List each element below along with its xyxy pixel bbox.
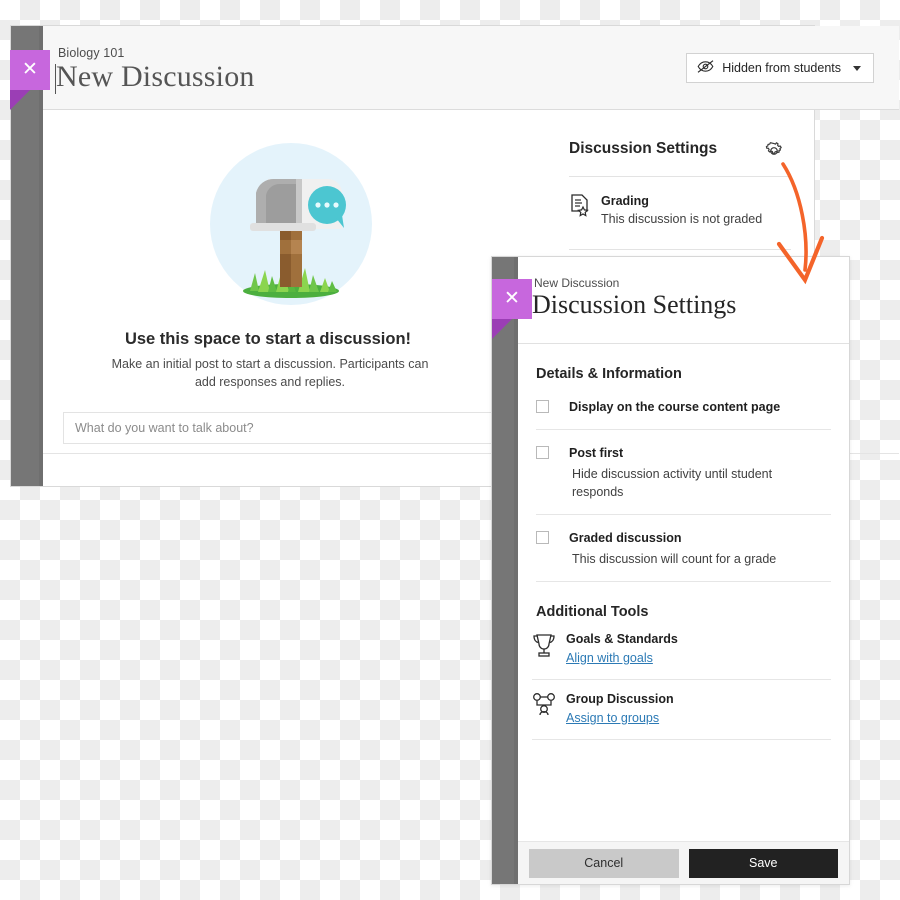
option-label: Graded discussion: [569, 531, 682, 545]
tab-tail: [10, 90, 30, 110]
checkbox-display-on-course-content-page[interactable]: [536, 400, 549, 413]
modal-title: Discussion Settings: [532, 290, 737, 319]
visibility-label: Hidden from students: [722, 61, 841, 75]
mailbox-illustration: [210, 143, 372, 305]
section-heading-additional-tools: Additional Tools: [536, 604, 649, 620]
discussion-input[interactable]: [63, 412, 501, 444]
breadcrumb: Biology 101: [58, 46, 125, 60]
tool-link-align-with-goals[interactable]: Align with goals: [566, 651, 653, 665]
option-description: This discussion will count for a grade: [572, 552, 777, 566]
option-label: Display on the course content page: [569, 400, 781, 414]
settings-panel-title: Discussion Settings: [569, 140, 718, 157]
page-title: New Discussion: [56, 60, 255, 93]
chevron-down-icon: [853, 65, 861, 71]
option-description: Hide discussion activity until student r…: [572, 467, 773, 499]
tool-group-discussion: Group Discussion Assign to groups: [532, 680, 831, 740]
option-display-on-course-content-page[interactable]: Display on the course content page: [536, 382, 831, 430]
discussion-settings-panel: Discussion Settings Grading This discuss…: [545, 112, 814, 262]
save-button[interactable]: Save: [688, 848, 838, 878]
screenshot-stage: Biology 101 New Discussion Hidden from s…: [0, 0, 900, 900]
empty-state-description: Make an initial post to start a discussi…: [111, 357, 429, 389]
modal-footer: Cancel Save: [518, 841, 849, 884]
settings-row-sub: This discussion is not graded: [601, 212, 763, 226]
settings-row-grading[interactable]: Grading This discussion is not graded: [569, 192, 799, 228]
close-x-icon: ✕: [504, 288, 520, 309]
empty-state-heading: Use this space to start a discussion!: [124, 330, 412, 348]
settings-row-label: Grading: [601, 194, 649, 208]
new-discussion-header: Biology 101 New Discussion Hidden from s…: [43, 26, 899, 110]
gear-icon[interactable]: [762, 139, 786, 163]
option-graded-discussion[interactable]: Graded discussion This discussion will c…: [536, 515, 831, 582]
grading-document-star-icon: [569, 193, 591, 219]
option-post-first[interactable]: Post first Hide discussion activity unti…: [536, 430, 831, 515]
checkbox-graded-discussion[interactable]: [536, 531, 549, 544]
tool-label: Goals & Standards: [566, 632, 678, 646]
settings-panel-divider-2: [569, 249, 791, 250]
close-x-icon: ✕: [22, 59, 38, 80]
modal-header: New Discussion Discussion Settings: [518, 257, 849, 344]
visibility-dropdown[interactable]: Hidden from students: [686, 53, 874, 83]
option-label: Post first: [569, 446, 624, 460]
eye-slash-icon: [697, 60, 714, 76]
modal-nav-rail[interactable]: [492, 257, 514, 884]
section-heading-details: Details & Information: [536, 366, 682, 382]
group-people-icon: [532, 692, 556, 720]
close-new-discussion-button[interactable]: ✕: [10, 50, 50, 110]
tool-link-assign-to-groups[interactable]: Assign to groups: [566, 711, 659, 725]
tab-tail: [492, 319, 512, 339]
cancel-button[interactable]: Cancel: [529, 848, 679, 878]
settings-panel-divider: [569, 176, 791, 177]
checkbox-post-first[interactable]: [536, 446, 549, 459]
tool-label: Group Discussion: [566, 692, 674, 706]
modal-breadcrumb: New Discussion: [534, 276, 620, 290]
close-settings-modal-button[interactable]: ✕: [492, 279, 532, 339]
modal-body: Details & Information Display on the cou…: [518, 344, 849, 841]
trophy-icon: [532, 632, 556, 660]
tool-goals-and-standards: Goals & Standards Align with goals: [532, 620, 831, 680]
